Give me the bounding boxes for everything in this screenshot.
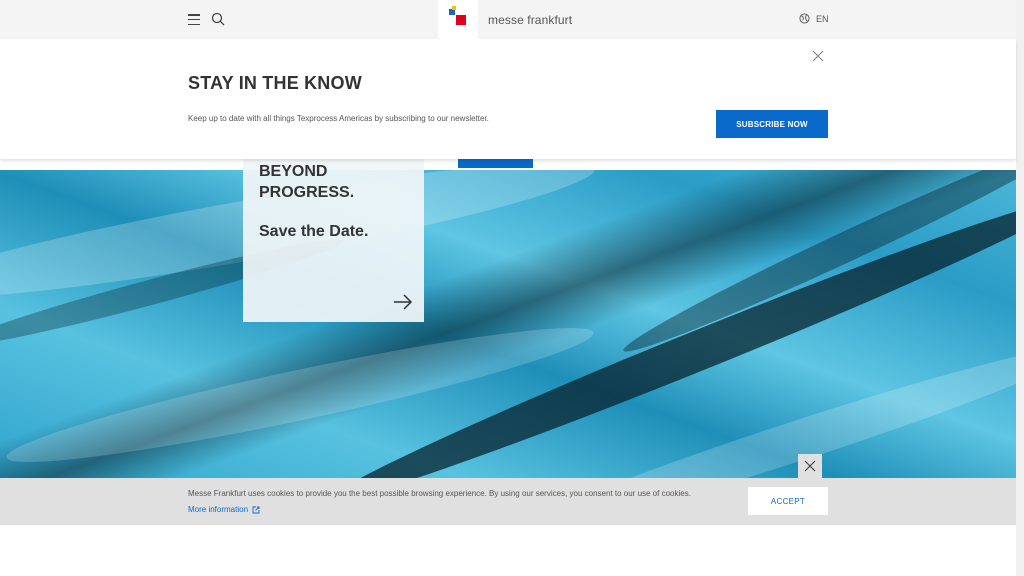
arrow-right-icon[interactable] bbox=[393, 294, 413, 310]
hero-card[interactable]: BEYOND PROGRESS. Save the Date. bbox=[243, 159, 424, 322]
accept-button[interactable]: ACCEPT bbox=[748, 487, 828, 515]
hidden-button-edge bbox=[458, 159, 533, 168]
external-link-icon bbox=[252, 506, 260, 513]
newsletter-title: STAY IN THE KNOW bbox=[188, 73, 362, 93]
close-icon[interactable] bbox=[812, 50, 824, 62]
site-header: messe frankfurt EN bbox=[0, 0, 1016, 39]
search-icon[interactable] bbox=[211, 12, 225, 26]
close-icon bbox=[804, 460, 816, 472]
messe-frankfurt-logo[interactable] bbox=[438, 0, 478, 39]
newsletter-banner: STAY IN THE KNOW Keep up to date with al… bbox=[0, 39, 1016, 159]
language-switcher[interactable]: EN bbox=[799, 13, 829, 24]
hero-subline: Save the Date. bbox=[259, 223, 369, 240]
scrollbar[interactable] bbox=[1016, 0, 1024, 576]
cookie-banner: Messe Frankfurt uses cookies to provide … bbox=[0, 478, 1016, 525]
newsletter-description: Keep up to date with all things Texproce… bbox=[188, 114, 489, 123]
logo-text[interactable]: messe frankfurt bbox=[488, 13, 572, 27]
hero-image bbox=[0, 170, 1016, 478]
cookie-close-button[interactable] bbox=[798, 454, 822, 478]
subscribe-now-button[interactable]: SUBSCRIBE NOW bbox=[716, 110, 828, 138]
cookie-text: Messe Frankfurt uses cookies to provide … bbox=[188, 489, 691, 498]
language-label: EN bbox=[816, 13, 829, 24]
hamburger-menu-icon[interactable] bbox=[188, 14, 200, 26]
more-information-link[interactable]: More information bbox=[188, 505, 260, 514]
globe-icon bbox=[799, 13, 810, 24]
hero-headline: BEYOND PROGRESS. bbox=[259, 163, 355, 201]
